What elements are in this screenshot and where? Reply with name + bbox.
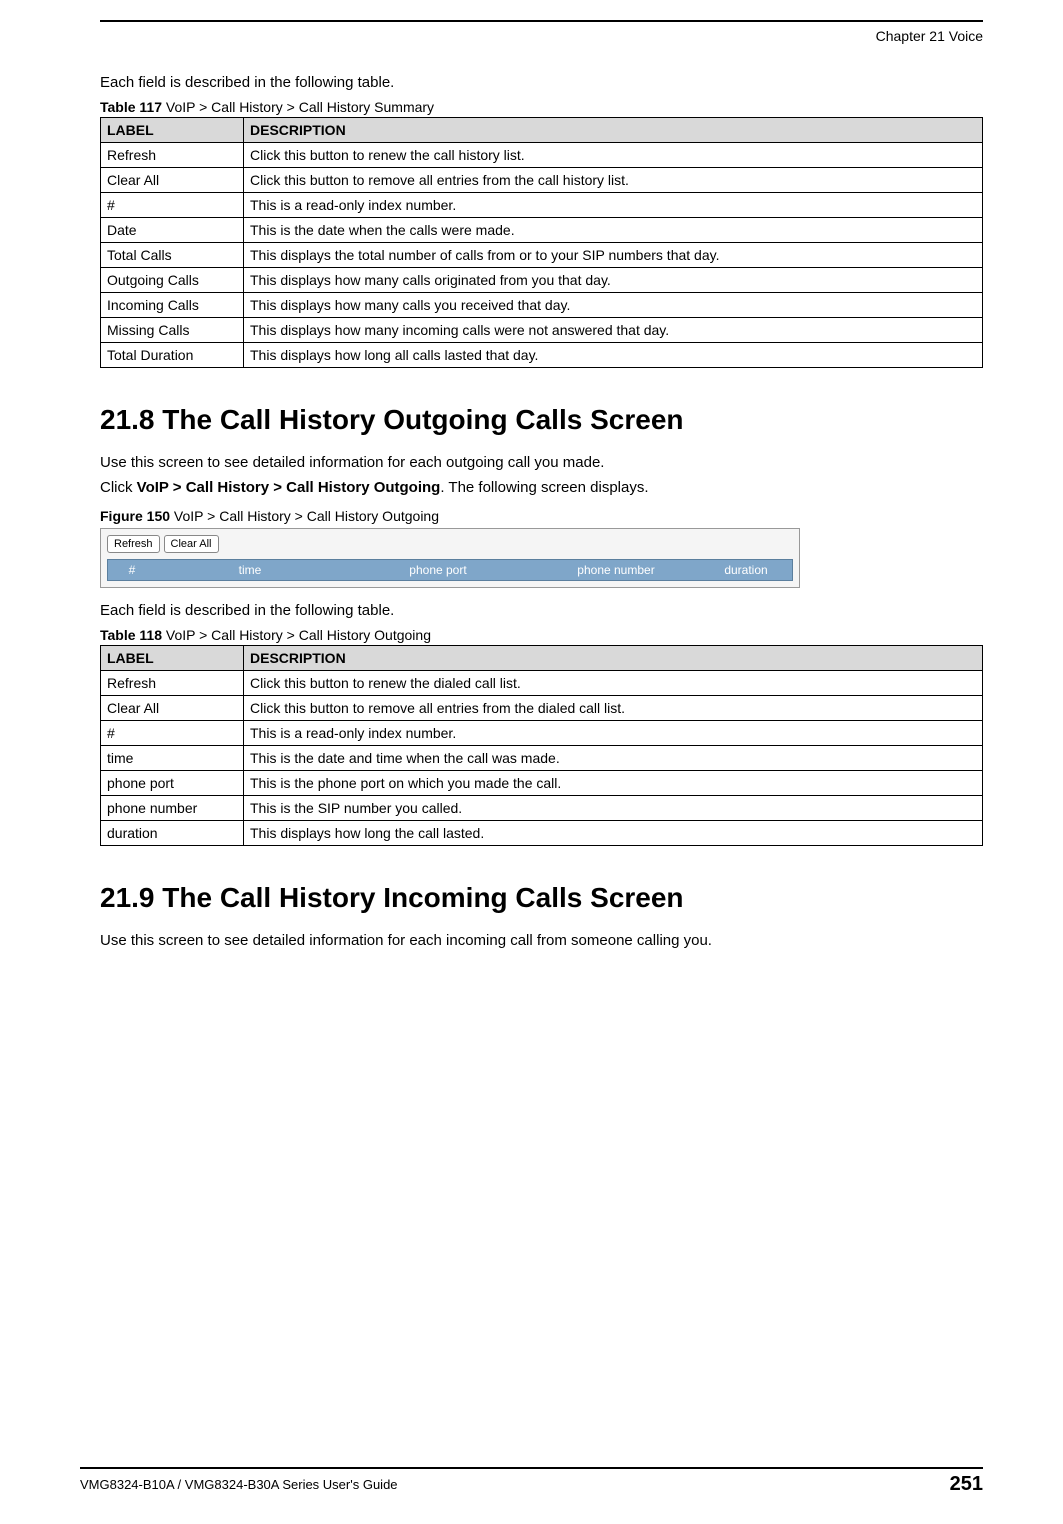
figure-150-caption: Figure 150 VoIP > Call History > Call Hi… <box>100 508 983 524</box>
table-118-caption-bold: Table 118 <box>100 627 162 643</box>
table-117-header-label: LABEL <box>101 118 244 143</box>
table-row: phone numberThis is the SIP number you c… <box>101 796 983 821</box>
cell-desc: This is the phone port on which you made… <box>244 771 983 796</box>
cell-desc: This displays how many incoming calls we… <box>244 318 983 343</box>
table-118-header-desc: DESCRIPTION <box>244 646 983 671</box>
col-hash: # <box>108 560 156 580</box>
p2-post: . The following screen displays. <box>440 479 648 496</box>
cell-desc: This displays how many calls you receive… <box>244 293 983 318</box>
screenshot-table-header: # time phone port phone number duration <box>107 559 793 581</box>
table-117-caption-bold: Table 117 <box>100 99 162 115</box>
table-117-header-desc: DESCRIPTION <box>244 118 983 143</box>
refresh-button[interactable]: Refresh <box>107 535 160 553</box>
cell-desc: This is a read-only index number. <box>244 193 983 218</box>
section-21-8-title: 21.8 The Call History Outgoing Calls Scr… <box>100 404 983 436</box>
intro-text-2: Each field is described in the following… <box>100 602 983 619</box>
table-row: Clear AllClick this button to remove all… <box>101 168 983 193</box>
section-21-9-title: 21.9 The Call History Incoming Calls Scr… <box>100 882 983 914</box>
cell-label: phone number <box>101 796 244 821</box>
cell-label: Refresh <box>101 143 244 168</box>
table-118-caption-rest: VoIP > Call History > Call History Outgo… <box>162 627 431 643</box>
cell-desc: Click this button to renew the dialed ca… <box>244 671 983 696</box>
table-row: #This is a read-only index number. <box>101 721 983 746</box>
cell-label: # <box>101 193 244 218</box>
col-duration: duration <box>700 560 792 580</box>
table-row: Missing CallsThis displays how many inco… <box>101 318 983 343</box>
section-21-8-p2: Click VoIP > Call History > Call History… <box>100 479 983 496</box>
table-row: timeThis is the date and time when the c… <box>101 746 983 771</box>
section-21-9-p1: Use this screen to see detailed informat… <box>100 932 983 949</box>
cell-label: Refresh <box>101 671 244 696</box>
cell-label: Total Duration <box>101 343 244 368</box>
cell-desc: This is a read-only index number. <box>244 721 983 746</box>
clear-all-button[interactable]: Clear All <box>164 535 219 553</box>
cell-desc: This is the date when the calls were mad… <box>244 218 983 243</box>
cell-desc: This displays how long all calls lasted … <box>244 343 983 368</box>
cell-label: Clear All <box>101 168 244 193</box>
table-row: #This is a read-only index number. <box>101 193 983 218</box>
cell-label: phone port <box>101 771 244 796</box>
cell-label: # <box>101 721 244 746</box>
col-phone-port: phone port <box>344 560 532 580</box>
footer-guide-title: VMG8324-B10A / VMG8324-B30A Series User'… <box>80 1477 398 1492</box>
table-row: durationThis displays how long the call … <box>101 821 983 846</box>
cell-label: Clear All <box>101 696 244 721</box>
table-row: phone portThis is the phone port on whic… <box>101 771 983 796</box>
cell-label: Date <box>101 218 244 243</box>
table-row: RefreshClick this button to renew the di… <box>101 671 983 696</box>
table-118-caption: Table 118 VoIP > Call History > Call His… <box>100 627 983 643</box>
chapter-header: Chapter 21 Voice <box>100 28 983 44</box>
cell-desc: Click this button to renew the call hist… <box>244 143 983 168</box>
table-row: Incoming CallsThis displays how many cal… <box>101 293 983 318</box>
table-row: Clear AllClick this button to remove all… <box>101 696 983 721</box>
figure-150-caption-bold: Figure 150 <box>100 508 170 524</box>
cell-label: Outgoing Calls <box>101 268 244 293</box>
cell-desc: This is the SIP number you called. <box>244 796 983 821</box>
table-117-caption: Table 117 VoIP > Call History > Call His… <box>100 99 983 115</box>
page-number: 251 <box>950 1473 983 1496</box>
table-117-caption-rest: VoIP > Call History > Call History Summa… <box>162 99 434 115</box>
cell-label: Total Calls <box>101 243 244 268</box>
intro-text: Each field is described in the following… <box>100 74 983 91</box>
col-phone-number: phone number <box>532 560 700 580</box>
table-row: DateThis is the date when the calls were… <box>101 218 983 243</box>
section-21-8-p1: Use this screen to see detailed informat… <box>100 454 983 471</box>
table-row: Total CallsThis displays the total numbe… <box>101 243 983 268</box>
p2-pre: Click <box>100 479 137 496</box>
figure-150-screenshot: Refresh Clear All # time phone port phon… <box>100 528 800 588</box>
figure-150-caption-rest: VoIP > Call History > Call History Outgo… <box>170 508 439 524</box>
cell-desc: Click this button to remove all entries … <box>244 696 983 721</box>
cell-desc: Click this button to remove all entries … <box>244 168 983 193</box>
cell-label: Incoming Calls <box>101 293 244 318</box>
cell-desc: This displays the total number of calls … <box>244 243 983 268</box>
table-row: Outgoing CallsThis displays how many cal… <box>101 268 983 293</box>
table-118: LABEL DESCRIPTION RefreshClick this butt… <box>100 645 983 846</box>
cell-label: duration <box>101 821 244 846</box>
table-118-header-label: LABEL <box>101 646 244 671</box>
table-117: LABEL DESCRIPTION RefreshClick this butt… <box>100 117 983 368</box>
cell-desc: This displays how many calls originated … <box>244 268 983 293</box>
cell-label: Missing Calls <box>101 318 244 343</box>
p2-bold: VoIP > Call History > Call History Outgo… <box>137 479 441 496</box>
col-time: time <box>156 560 344 580</box>
table-row: Total DurationThis displays how long all… <box>101 343 983 368</box>
cell-label: time <box>101 746 244 771</box>
cell-desc: This displays how long the call lasted. <box>244 821 983 846</box>
page-footer: VMG8324-B10A / VMG8324-B30A Series User'… <box>80 1467 983 1496</box>
cell-desc: This is the date and time when the call … <box>244 746 983 771</box>
table-row: RefreshClick this button to renew the ca… <box>101 143 983 168</box>
